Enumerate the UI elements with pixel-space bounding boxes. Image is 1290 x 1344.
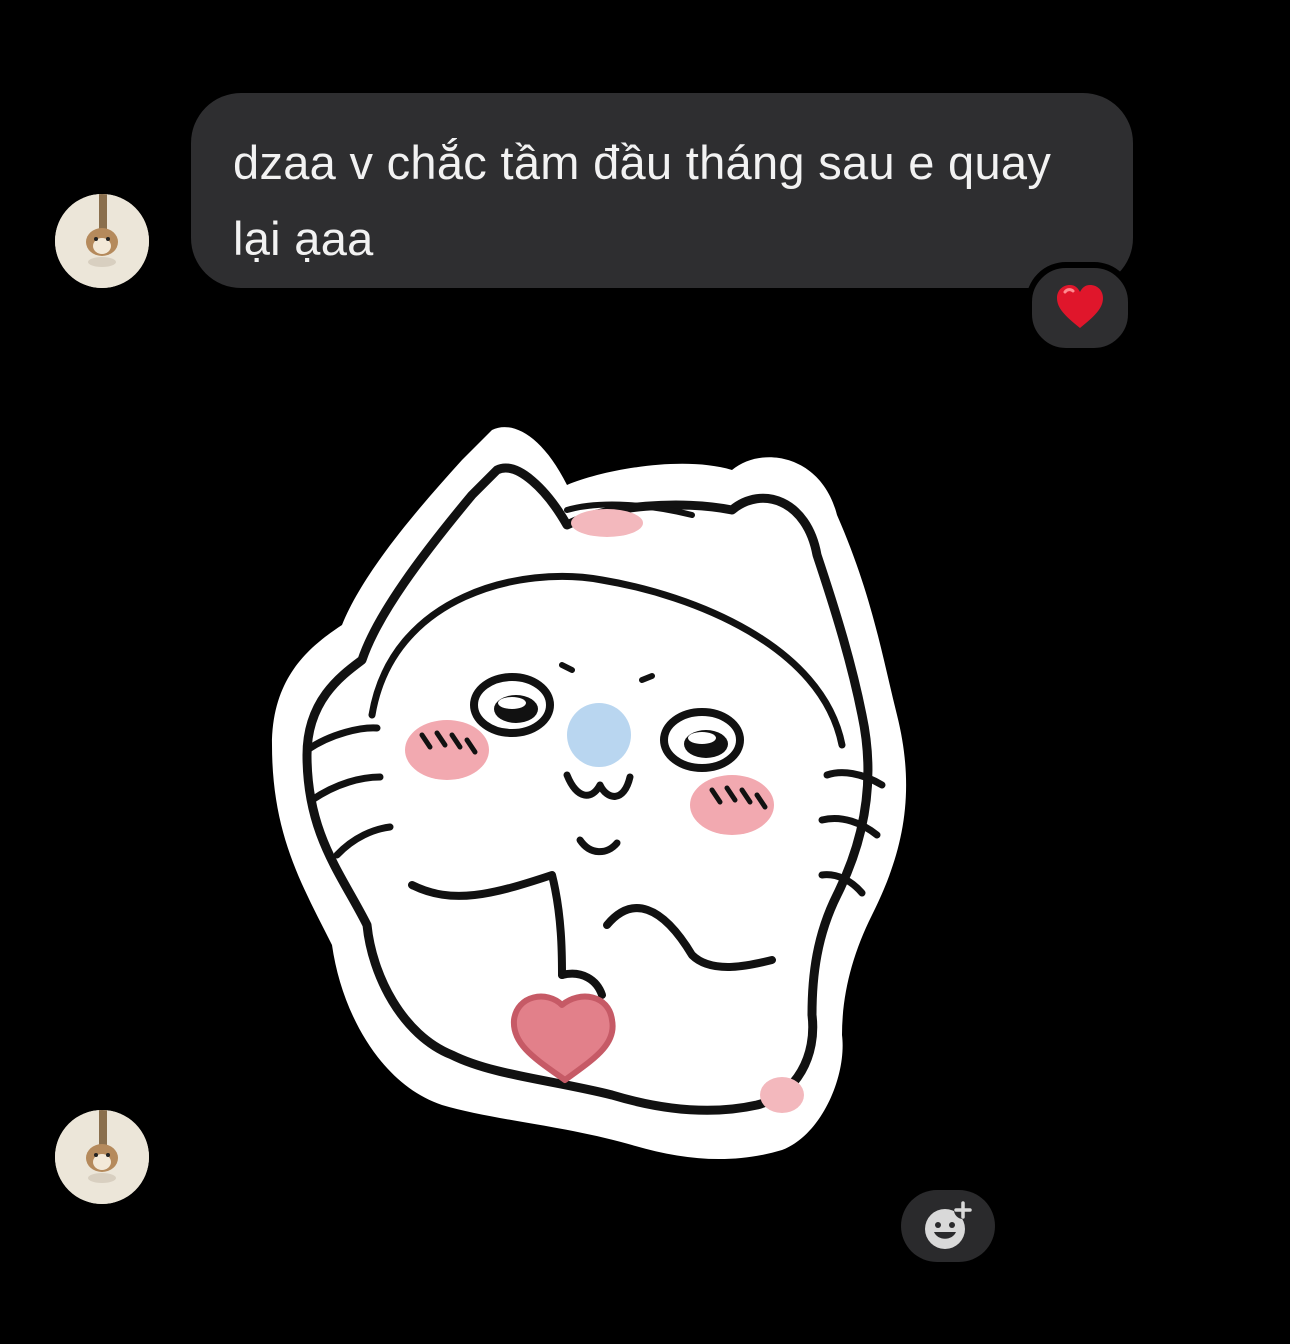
- white-cat-ghost-sticker-icon: [272, 427, 907, 1160]
- add-reaction-button[interactable]: [901, 1190, 995, 1262]
- contact-avatar[interactable]: [55, 194, 149, 288]
- contact-avatar[interactable]: [55, 1110, 149, 1204]
- message-text: dzaa v chắc tầm đầu tháng sau e quay lại…: [233, 136, 1052, 265]
- smiley-plus-icon: [925, 1201, 972, 1249]
- hamster-avatar-icon: [55, 1110, 149, 1204]
- hamster-avatar-icon: [55, 194, 149, 288]
- message-bubble[interactable]: dzaa v chắc tầm đầu tháng sau e quay lại…: [191, 93, 1133, 288]
- red-heart-icon: [1057, 285, 1103, 328]
- message-reaction[interactable]: [1026, 262, 1134, 354]
- sticker-message[interactable]: [262, 415, 922, 1175]
